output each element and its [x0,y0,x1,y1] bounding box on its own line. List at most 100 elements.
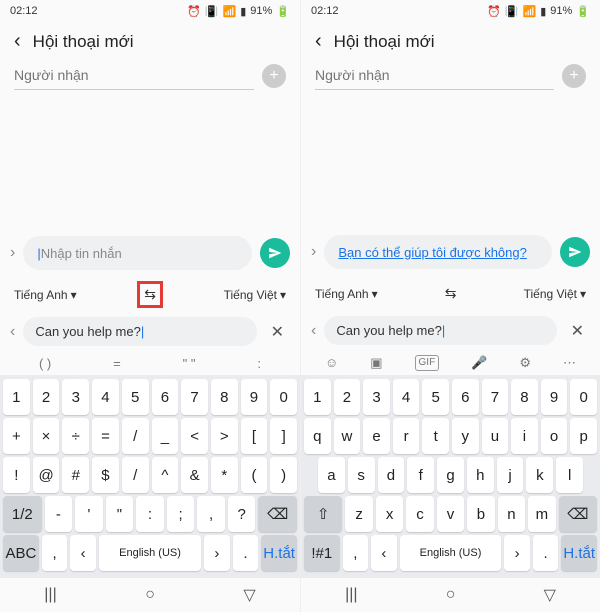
shortcut-key[interactable]: H.tắt [261,535,297,571]
key-n[interactable]: n [498,496,525,532]
key-'[interactable]: ' [75,496,103,532]
key-s[interactable]: s [348,457,375,493]
key-5[interactable]: 5 [122,379,149,415]
swap-languages-button[interactable]: ⇆ [441,283,461,304]
key-_[interactable]: _ [152,418,179,454]
sugg-item[interactable]: = [113,356,121,371]
key-l[interactable]: l [556,457,583,493]
sugg-item[interactable]: " " [183,356,196,371]
key-b[interactable]: b [467,496,494,532]
key-0[interactable]: 0 [570,379,597,415]
key-8[interactable]: 8 [511,379,538,415]
key-,[interactable]: , [197,496,225,532]
key-7[interactable]: 7 [482,379,509,415]
key-6[interactable]: 6 [152,379,179,415]
key-i[interactable]: i [511,418,538,454]
right-arrow-key[interactable]: › [204,535,230,571]
key-3[interactable]: 3 [62,379,89,415]
key-)[interactable]: ) [270,457,297,493]
clear-translate-button[interactable]: ✕ [565,321,590,341]
key-8[interactable]: 8 [211,379,238,415]
key-][interactable]: ] [270,418,297,454]
key-2[interactable]: 2 [33,379,60,415]
space-key[interactable]: English (US) [400,535,502,571]
add-recipient-button[interactable]: + [262,64,286,88]
key-#[interactable]: # [62,457,89,493]
key-"[interactable]: " [106,496,134,532]
left-arrow-key[interactable]: ‹ [371,535,396,571]
key-;[interactable]: ; [167,496,195,532]
shortcut-key[interactable]: H.tắt [561,535,597,571]
message-input[interactable]: Bạn có thể giúp tôi được không? [324,235,552,269]
key-9[interactable]: 9 [541,379,568,415]
translate-back-icon[interactable]: ‹ [10,323,15,341]
key-<[interactable]: < [181,418,208,454]
recents-button[interactable]: ||| [345,586,357,604]
key-d[interactable]: d [378,457,405,493]
right-arrow-key[interactable]: › [504,535,529,571]
key-/[interactable]: / [122,457,149,493]
space-key[interactable]: English (US) [99,535,201,571]
key-t[interactable]: t [422,418,449,454]
key-q[interactable]: q [304,418,331,454]
key-1[interactable]: 1 [3,379,30,415]
key-$[interactable]: $ [92,457,119,493]
key-4[interactable]: 4 [393,379,420,415]
key-×[interactable]: × [33,418,60,454]
recipient-input[interactable] [315,61,554,90]
key-x[interactable]: x [376,496,403,532]
key-u[interactable]: u [482,418,509,454]
emoji-icon[interactable]: ☺ [325,355,338,371]
recipient-input[interactable] [14,61,254,90]
more-icon[interactable]: ⋯ [563,355,576,371]
key-0[interactable]: 0 [270,379,297,415]
dot-key[interactable]: . [233,535,259,571]
back-button[interactable]: ▽ [243,585,255,605]
key-r[interactable]: r [393,418,420,454]
key-7[interactable]: 7 [181,379,208,415]
key-a[interactable]: a [318,457,345,493]
key-1[interactable]: 1 [304,379,331,415]
key-c[interactable]: c [406,496,433,532]
abc-key[interactable]: ABC [3,535,39,571]
key-/[interactable]: / [122,418,149,454]
swap-languages-button[interactable]: ⇆ [140,284,160,305]
clear-translate-button[interactable]: ✕ [265,322,290,342]
translate-input[interactable]: Can you help me?| [324,316,556,345]
key-e[interactable]: e [363,418,390,454]
key-j[interactable]: j [497,457,524,493]
sugg-item[interactable]: ( ) [39,356,51,371]
key-h[interactable]: h [467,457,494,493]
key-@[interactable]: @ [33,457,60,493]
backspace-key[interactable]: ⌫ [559,496,597,532]
home-button[interactable]: ○ [446,586,456,604]
send-button[interactable] [560,237,590,267]
shift-key[interactable]: ⇧ [304,496,342,532]
send-button[interactable] [260,238,290,268]
dot-key[interactable]: . [533,535,558,571]
key->[interactable]: > [211,418,238,454]
back-icon[interactable]: ‹ [14,30,21,53]
key-4[interactable]: 4 [92,379,119,415]
key-[[interactable]: [ [241,418,268,454]
recents-button[interactable]: ||| [44,586,56,604]
key-*[interactable]: * [211,457,238,493]
key-k[interactable]: k [526,457,553,493]
key-y[interactable]: y [452,418,479,454]
message-input[interactable]: |Nhập tin nhắn [23,236,252,270]
key-v[interactable]: v [437,496,464,532]
expand-icon[interactable]: › [311,243,316,261]
back-icon[interactable]: ‹ [315,30,322,53]
key-([interactable]: ( [241,457,268,493]
symbols-toggle-key[interactable]: 1/2 [3,496,42,532]
backspace-key[interactable]: ⌫ [258,496,297,532]
key-g[interactable]: g [437,457,464,493]
key-p[interactable]: p [570,418,597,454]
key-5[interactable]: 5 [422,379,449,415]
comma-key[interactable]: , [42,535,68,571]
key-z[interactable]: z [345,496,372,532]
key-÷[interactable]: ÷ [62,418,89,454]
home-button[interactable]: ○ [145,586,155,604]
key-o[interactable]: o [541,418,568,454]
left-arrow-key[interactable]: ‹ [70,535,96,571]
